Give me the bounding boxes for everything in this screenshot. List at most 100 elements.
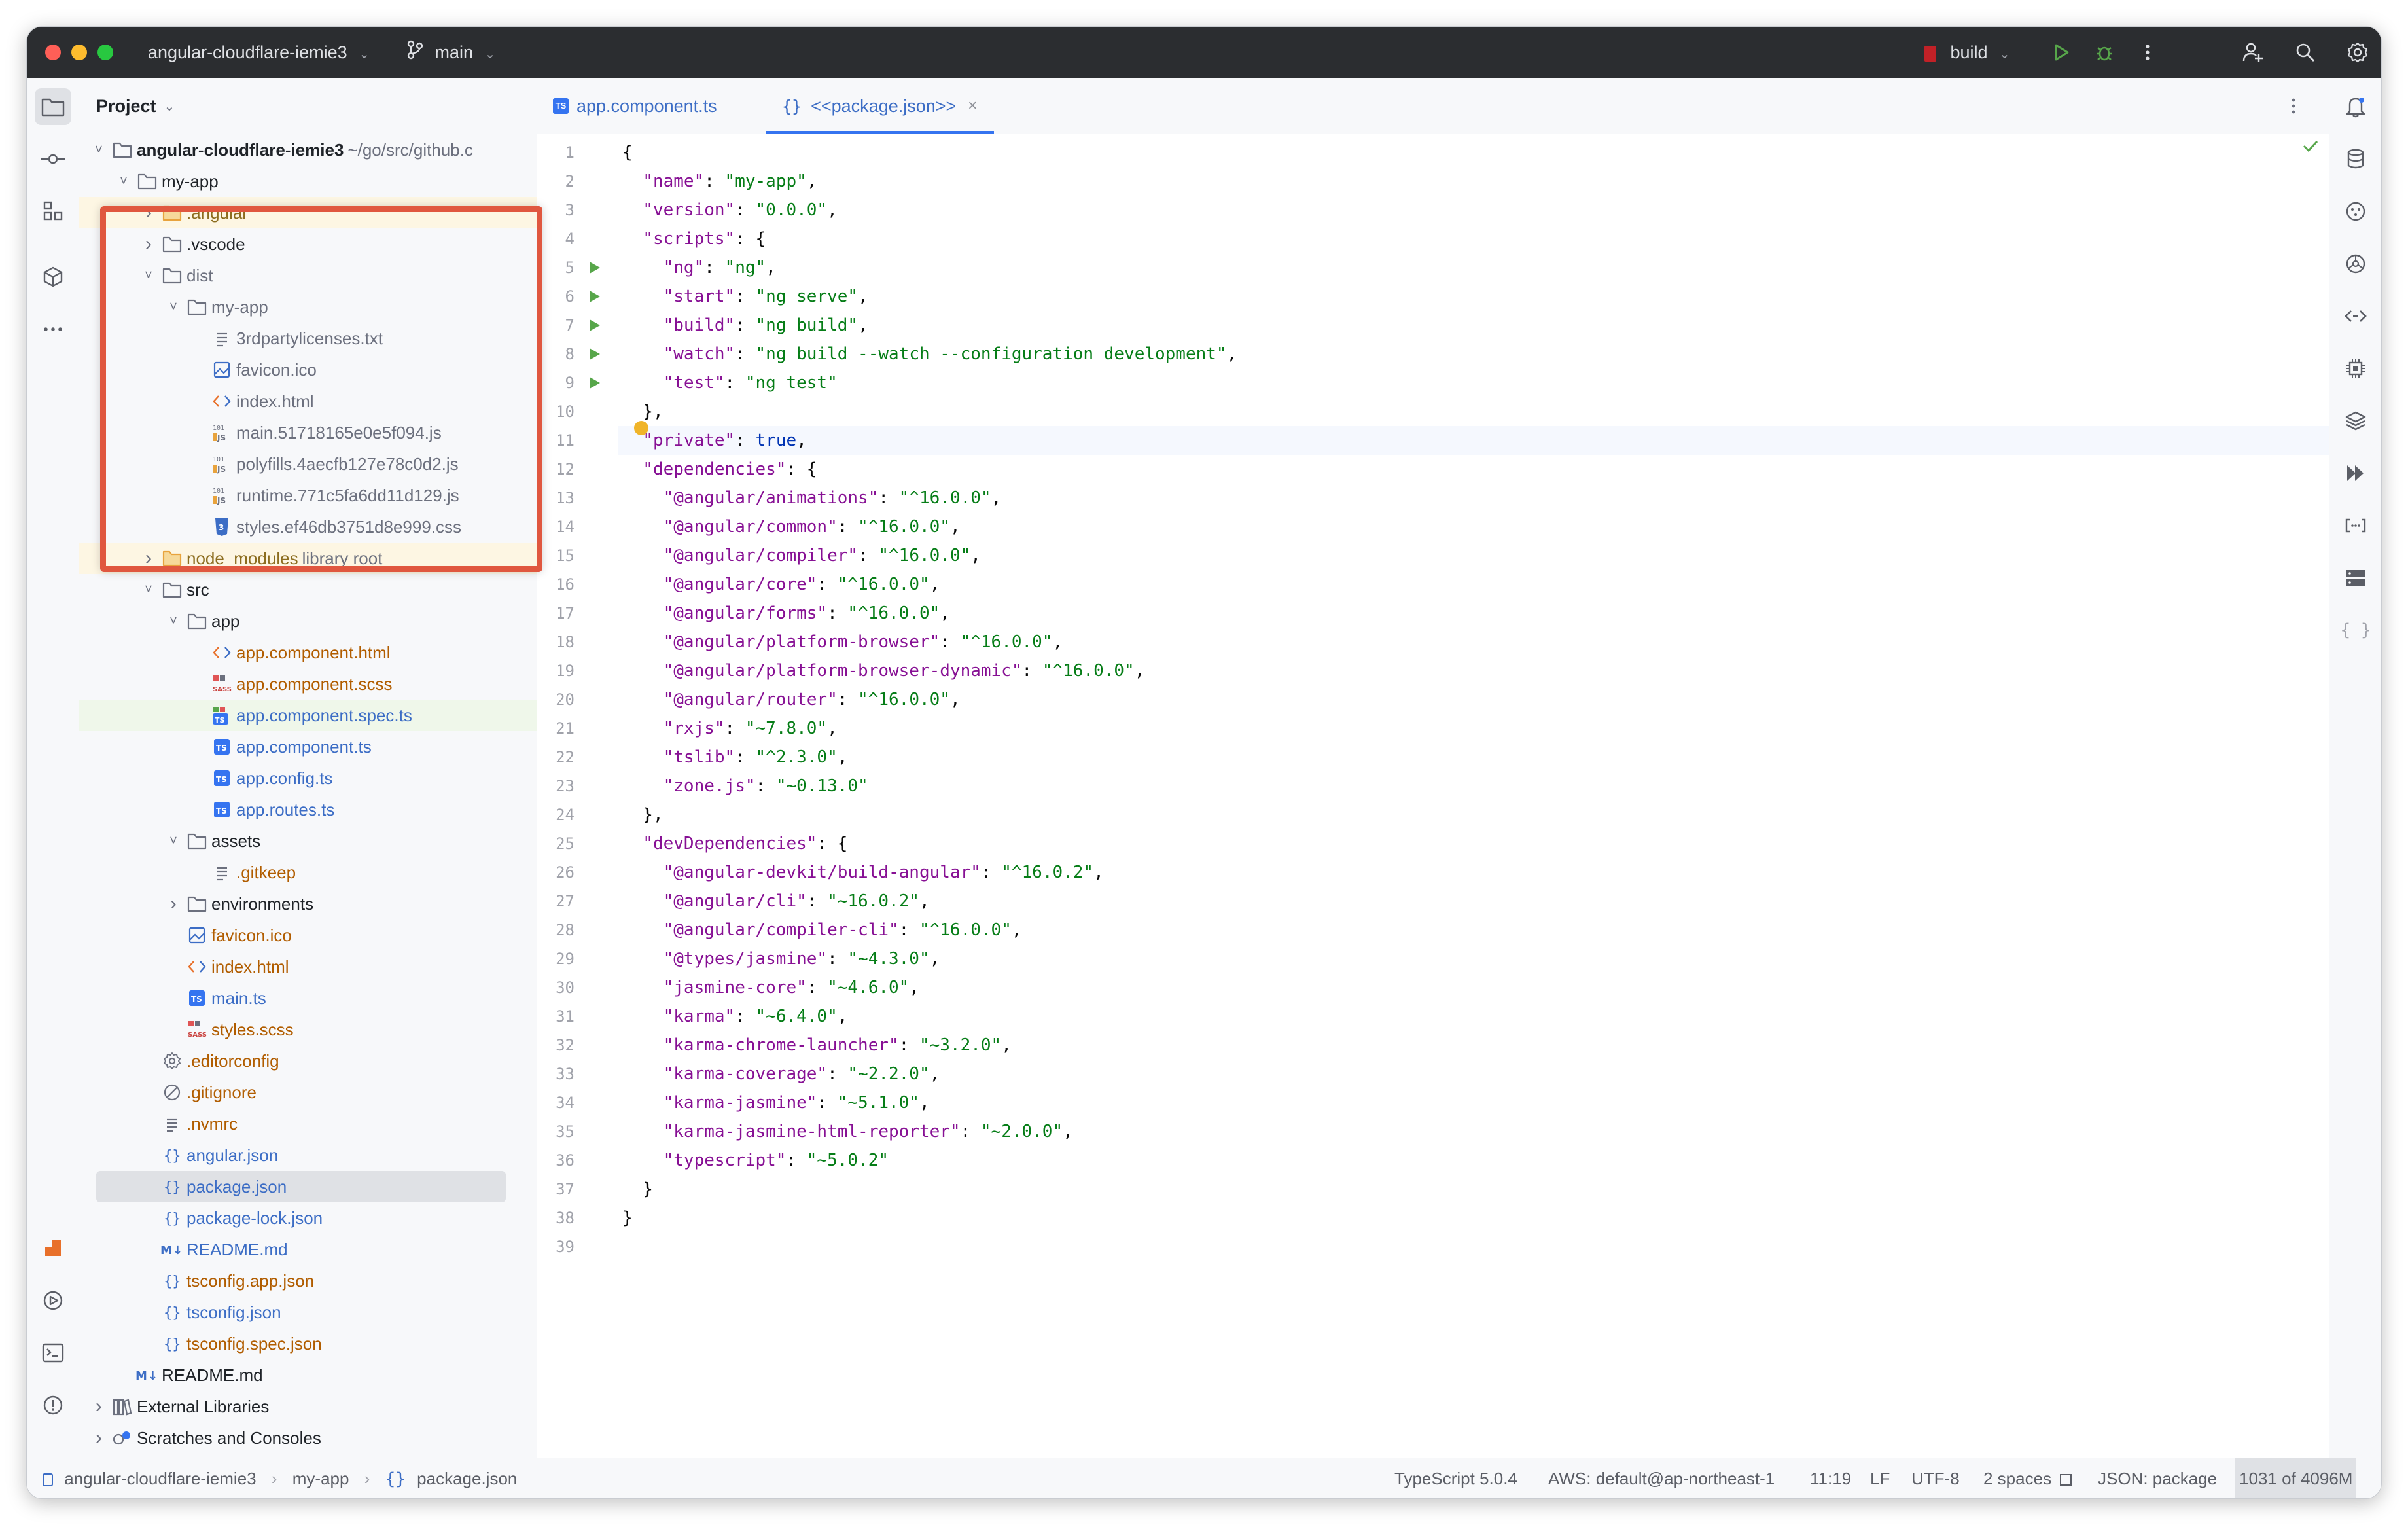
kubernetes-icon[interactable] xyxy=(2337,245,2374,282)
search-icon[interactable] xyxy=(2291,38,2320,67)
code-line[interactable]: "private": true, xyxy=(618,426,2330,455)
code-line[interactable]: "karma-coverage": "~2.2.0", xyxy=(622,1060,940,1088)
tree-item[interactable]: .nvmrc xyxy=(79,1108,537,1139)
line-separator[interactable]: LF xyxy=(1870,1458,1890,1498)
tree-item[interactable]: .gitkeep xyxy=(79,857,537,888)
run-script-icon[interactable] xyxy=(587,376,601,390)
breadcrumb-folder[interactable]: my-app xyxy=(292,1469,349,1488)
file-encoding[interactable]: UTF-8 xyxy=(1911,1458,1960,1498)
chevron-down-icon[interactable]: ˅ xyxy=(162,300,185,315)
zoom-window-button[interactable] xyxy=(97,45,113,60)
run-script-icon[interactable] xyxy=(587,318,601,332)
terminal-icon[interactable] xyxy=(35,1335,71,1371)
project-panel-header[interactable]: Project ⌄ xyxy=(79,78,537,134)
debug-icon[interactable] xyxy=(2090,38,2119,67)
indent-setting[interactable]: 2 spaces xyxy=(1983,1458,2072,1498)
tree-item[interactable]: index.html xyxy=(79,386,537,417)
caret-position[interactable]: 11:19 xyxy=(1810,1458,1851,1498)
tree-item[interactable]: index.html xyxy=(79,951,537,982)
branch-switcher[interactable]: main ⌄ xyxy=(406,27,495,78)
tree-item[interactable]: SASS app.component.scss xyxy=(79,668,537,700)
chevron-down-icon[interactable]: ˅ xyxy=(137,268,160,283)
chevron-right-icon[interactable]: › xyxy=(87,1395,111,1418)
problems-icon[interactable] xyxy=(35,1387,71,1424)
intention-bulb-icon[interactable] xyxy=(634,421,648,435)
notifications-bell-icon[interactable] xyxy=(2337,88,2374,125)
code-line[interactable]: "watch": "ng build --watch --configurati… xyxy=(622,340,1237,368)
tab-package-json[interactable]: {} <<package.json>> × xyxy=(766,78,995,134)
run-script-icon[interactable] xyxy=(587,289,601,304)
tree-item[interactable]: ˅ assets xyxy=(79,825,537,857)
code-line[interactable]: "@angular/platform-browser": "^16.0.0", xyxy=(622,628,1063,656)
tree-item[interactable]: › External Libraries xyxy=(79,1391,537,1422)
chevron-right-icon[interactable]: › xyxy=(137,547,160,569)
tree-item[interactable]: 3rdpartylicenses.txt xyxy=(79,323,537,354)
code-line[interactable]: "@angular/platform-browser-dynamic": "^1… xyxy=(622,656,1145,685)
tree-item[interactable]: ˅ my-app xyxy=(79,291,537,323)
code-line[interactable]: "@angular/core": "^16.0.0", xyxy=(622,570,940,599)
code-line[interactable]: "version": "0.0.0", xyxy=(622,196,837,224)
code-line[interactable]: { xyxy=(622,138,633,167)
tree-item[interactable]: SASS styles.scss xyxy=(79,1014,537,1045)
tree-item[interactable]: 101 JS runtime.771c5fa6dd11d129.js xyxy=(79,480,537,511)
chevron-right-icon[interactable]: › xyxy=(137,233,160,255)
chevron-right-icon[interactable]: › xyxy=(87,1427,111,1449)
code-line[interactable]: "@angular/compiler-cli": "^16.0.0", xyxy=(622,916,1022,944)
code-line[interactable]: }, xyxy=(622,800,663,829)
project-folder-icon[interactable] xyxy=(35,88,71,125)
tab-options-icon[interactable] xyxy=(2291,78,2296,134)
tree-item[interactable]: {} package-lock.json xyxy=(79,1202,537,1234)
tree-item[interactable]: favicon.ico xyxy=(79,354,537,386)
tree-item[interactable]: .editorconfig xyxy=(79,1045,537,1077)
close-window-button[interactable] xyxy=(45,45,61,60)
code-line[interactable]: "rxjs": "~7.8.0", xyxy=(622,714,838,743)
project-switcher[interactable]: angular-cloudflare-iemie3 ⌄ xyxy=(148,27,370,78)
tree-item[interactable]: M ↓ README.md xyxy=(79,1359,537,1391)
code-line[interactable]: "start": "ng serve", xyxy=(622,282,868,311)
code-line[interactable]: "karma-jasmine-html-reporter": "~2.0.0", xyxy=(622,1117,1073,1146)
minimize-window-button[interactable] xyxy=(71,45,87,60)
code-line[interactable]: "@angular/common": "^16.0.0", xyxy=(622,512,961,541)
tree-item[interactable]: 3 styles.ef46db3751d8e999.css xyxy=(79,511,537,543)
tree-item[interactable]: {} tsconfig.app.json xyxy=(79,1265,537,1297)
code-line[interactable]: "jasmine-core": "~4.6.0", xyxy=(622,973,919,1002)
tree-item[interactable]: TS app.component.spec.ts xyxy=(79,700,537,731)
code-line[interactable]: "zone.js": "~0.13.0" xyxy=(622,772,868,800)
json-schema-icon[interactable]: { } xyxy=(2337,612,2374,649)
chevron-down-icon[interactable]: ˅ xyxy=(87,143,111,158)
run-script-icon[interactable] xyxy=(587,260,601,275)
tree-item[interactable]: ˅ src xyxy=(79,574,537,605)
tree-item[interactable]: {} package.json xyxy=(96,1171,506,1202)
ai-assistant-icon[interactable] xyxy=(2337,193,2374,230)
tree-item[interactable]: ˅ my-app xyxy=(79,166,537,197)
more-actions-icon[interactable] xyxy=(2133,38,2162,67)
chevron-down-icon[interactable]: ˅ xyxy=(137,583,160,598)
json-schema[interactable]: JSON: package xyxy=(2098,1458,2217,1498)
code-line[interactable]: "typescript": "~5.0.2" xyxy=(622,1146,889,1175)
tree-item[interactable]: › environments xyxy=(79,888,537,920)
aws-connection[interactable]: AWS: default@ap-northeast-1 xyxy=(1548,1458,1775,1498)
tree-item[interactable]: › .vscode xyxy=(79,228,537,260)
aws-toolkit-icon[interactable] xyxy=(35,1230,71,1266)
code-line[interactable]: "@angular/forms": "^16.0.0", xyxy=(622,599,950,628)
brackets-icon[interactable] xyxy=(2337,507,2374,544)
memory-indicator[interactable]: 1031 of 4096M xyxy=(2235,1458,2357,1498)
run-icon[interactable] xyxy=(2047,38,2076,67)
code-line[interactable]: "karma-jasmine": "~5.1.0", xyxy=(622,1088,930,1117)
settings-gear-icon[interactable] xyxy=(2343,38,2372,67)
tab-app-component-ts[interactable]: TS app.component.ts xyxy=(553,78,717,134)
code-line[interactable]: "karma": "~6.4.0", xyxy=(622,1002,848,1031)
tree-item[interactable]: 101 JS main.51718165e0e5f094.js xyxy=(79,417,537,448)
code-line[interactable]: "@angular/router": "^16.0.0", xyxy=(622,685,961,714)
tree-item[interactable]: {} tsconfig.spec.json xyxy=(79,1328,537,1359)
tree-item[interactable]: TS app.config.ts xyxy=(79,762,537,794)
tree-item[interactable]: › node_modules library root xyxy=(79,543,537,574)
commit-icon[interactable] xyxy=(35,141,71,177)
server-icon[interactable] xyxy=(2337,560,2374,596)
code-line[interactable]: "tslib": "^2.3.0", xyxy=(622,743,848,772)
tree-item[interactable]: ˅ angular-cloudflare-iemie3 ~/go/src/githu… xyxy=(79,134,537,166)
code-line[interactable]: } xyxy=(622,1204,633,1232)
fast-forward-icon[interactable] xyxy=(2337,455,2374,492)
tree-item[interactable]: ˅ dist xyxy=(79,260,537,291)
code-line[interactable]: "name": "my-app", xyxy=(622,167,817,196)
